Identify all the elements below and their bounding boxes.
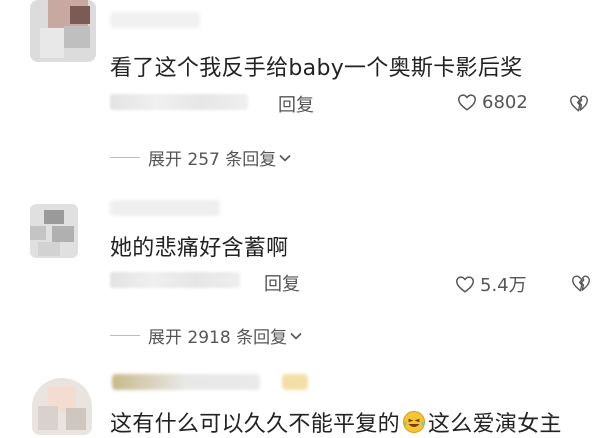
username-blurred[interactable] [112, 374, 260, 390]
like-count: 6802 [482, 91, 528, 113]
expand-replies-button[interactable]: 展开 2918 条回复 [110, 323, 303, 348]
divider-line [110, 157, 140, 158]
comment-text-part: 这么爱演女主 [427, 412, 562, 437]
dislike-button[interactable] [570, 272, 592, 298]
chevron-down-icon [290, 332, 302, 340]
like-count: 5.4万 [480, 275, 527, 296]
avatar[interactable] [30, 0, 96, 62]
expand-replies-label: 展开 257 条回复 [148, 150, 277, 170]
timestamp-blurred [110, 94, 248, 110]
comment-text: 她的悲痛好含蓄啊 [110, 236, 289, 261]
comment-item: 这有什么可以久久不能平复的 这么爱演女主 [0, 368, 608, 438]
reply-button[interactable]: 回复 [278, 91, 314, 117]
chevron-down-icon [279, 154, 291, 162]
badge-blurred [282, 374, 308, 390]
like-button[interactable]: 5.4万 [454, 271, 527, 297]
broken-heart-icon [570, 95, 588, 112]
avatar[interactable] [32, 378, 92, 435]
username-blurred[interactable] [110, 200, 220, 216]
avatar[interactable] [30, 204, 78, 258]
reply-button[interactable]: 回复 [264, 270, 300, 296]
like-button[interactable]: 6802 [456, 91, 528, 113]
comment-item: 她的悲痛好含蓄啊 回复 5.4万 展开 2918 条回复 [0, 192, 608, 367]
heart-outline-icon [458, 94, 476, 111]
expand-replies-label: 展开 2918 条回复 [148, 328, 288, 348]
dislike-button[interactable] [568, 92, 590, 118]
heart-outline-icon [456, 276, 474, 293]
timestamp-blurred [110, 272, 240, 288]
laughing-crying-emoji-icon [402, 411, 425, 433]
comment-text: 看了这个我反手给baby一个奥斯卡影后奖 [110, 56, 523, 81]
expand-replies-button[interactable]: 展开 257 条回复 [110, 145, 292, 170]
broken-heart-icon [572, 275, 590, 292]
comment-text: 这有什么可以久久不能平复的 这么爱演女主 [110, 406, 562, 438]
username-blurred[interactable] [110, 12, 200, 28]
comment-text-part: 这有什么可以久久不能平复的 [110, 412, 400, 437]
divider-line [110, 335, 140, 336]
comment-item: 看了这个我反手给baby一个奥斯卡影后奖 回复 6802 展开 257 条回复 [0, 0, 608, 190]
